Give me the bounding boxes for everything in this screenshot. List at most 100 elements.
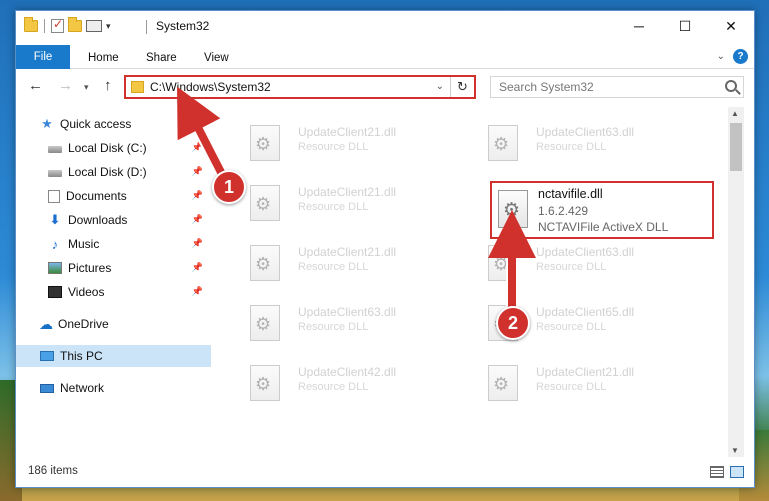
title-separator [146, 20, 147, 34]
window-title: System32 [156, 19, 210, 33]
sidebar-item-label: Music [68, 237, 100, 251]
properties-check-icon[interactable] [51, 17, 64, 33]
sidebar-item-label: Pictures [68, 261, 112, 275]
file-description: Resource DLL [536, 261, 607, 273]
file-description: Resource DLL [298, 321, 369, 333]
address-bar[interactable]: C:\Windows\System32 ⌄ ↻ [124, 75, 476, 99]
maximize-button[interactable]: ☐ [662, 11, 708, 41]
tab-share[interactable]: Share [134, 47, 189, 69]
sidebar-item-videos[interactable]: Videos 📌 [16, 281, 211, 303]
folder-icon [24, 17, 38, 32]
sidebar-item-local-disk-c[interactable]: Local Disk (C:) 📌 [16, 137, 211, 159]
sidebar-item-label: Quick access [60, 117, 132, 131]
highlighted-file-tile[interactable]: nctavifile.dll 1.6.2.429 NCTAVIFile Acti… [490, 181, 714, 239]
computer-icon [40, 351, 54, 361]
quick-access-toolbar: ▾ [24, 17, 111, 33]
file-tile[interactable]: UpdateClient63.dll Resource DLL [240, 297, 470, 351]
pin-icon: 📌 [191, 286, 203, 296]
step-1-badge: 1 [212, 170, 246, 204]
vertical-scrollbar[interactable]: ▲ ▼ [728, 107, 744, 457]
file-description: Resource DLL [536, 321, 607, 333]
dll-file-icon [250, 365, 280, 401]
file-tile[interactable]: UpdateClient63.dll Resource DLL [478, 117, 708, 171]
large-icons-view-icon[interactable] [730, 466, 744, 478]
close-button[interactable]: ✕ [708, 11, 754, 41]
file-description: Resource DLL [298, 201, 369, 213]
file-tile[interactable]: UpdateClient21.dll Resource DLL [240, 237, 470, 291]
sidebar-item-downloads[interactable]: ⬇ Downloads 📌 [16, 209, 211, 231]
sidebar-item-local-disk-d[interactable]: Local Disk (D:) 📌 [16, 161, 211, 183]
file-name: nctavifile.dll [538, 187, 603, 201]
scroll-up-icon[interactable]: ▲ [731, 109, 739, 118]
title-bar: ▾ System32 ─ ☐ ✕ [16, 11, 754, 43]
navigation-bar: ← → ▾ ↑ C:\Windows\System32 ⌄ ↻ Search S… [16, 69, 754, 105]
sidebar-item-label: Documents [66, 189, 127, 203]
file-tile[interactable]: UpdateClient21.dll Resource DLL [240, 177, 470, 231]
pin-icon: 📌 [191, 190, 203, 200]
help-icon[interactable]: ? [733, 49, 748, 64]
details-view-icon[interactable] [710, 466, 724, 478]
file-name: UpdateClient21.dll [298, 245, 397, 259]
dll-file-icon [250, 305, 280, 341]
back-button[interactable]: ← [28, 77, 43, 94]
file-tile[interactable]: UpdateClient63.dll Resource DLL [478, 237, 708, 291]
address-dropdown-icon[interactable]: ⌄ [436, 81, 444, 92]
dll-file-icon [488, 125, 518, 161]
file-tile[interactable]: UpdateClient21.dll Resource DLL [240, 117, 470, 171]
item-count: 186 items [28, 465, 78, 477]
explorer-window: ▾ System32 ─ ☐ ✕ File Home Share View ⌄ … [15, 10, 755, 488]
file-name: UpdateClient21.dll [298, 125, 397, 139]
expand-ribbon-chevron-icon[interactable]: ⌄ [717, 51, 725, 62]
sidebar-item-network[interactable]: Network [16, 377, 211, 399]
dll-file-icon [488, 245, 518, 281]
pin-icon: 📌 [191, 238, 203, 248]
customize-toolbar-chevron-icon[interactable]: ▾ [106, 21, 111, 32]
file-name: UpdateClient21.dll [298, 185, 397, 199]
file-list: UpdateClient21.dll Resource DLL UpdateCl… [228, 107, 738, 457]
file-tile[interactable]: UpdateClient42.dll Resource DLL [240, 357, 470, 411]
tab-view[interactable]: View [192, 47, 241, 69]
dll-file-icon [498, 190, 528, 228]
cloud-icon: ☁ [39, 315, 53, 332]
dll-file-icon [250, 245, 280, 281]
new-folder-icon[interactable] [68, 17, 82, 32]
file-tile[interactable]: UpdateClient21.dll Resource DLL [478, 357, 708, 411]
hard-drive-icon [48, 170, 62, 177]
minimize-button[interactable]: ─ [616, 11, 662, 41]
forward-button[interactable]: → [58, 77, 73, 94]
sidebar-item-pictures[interactable]: Pictures 📌 [16, 257, 211, 279]
sidebar-item-onedrive[interactable]: ☁ OneDrive [16, 313, 211, 335]
properties-icon[interactable] [86, 20, 102, 32]
file-version: 1.6.2.429 [538, 204, 589, 218]
sidebar-item-this-pc[interactable]: This PC [16, 345, 211, 367]
search-placeholder: Search System32 [499, 80, 594, 94]
search-input[interactable]: Search System32 [490, 76, 744, 98]
sidebar-item-quick-access[interactable]: ★ Quick access [16, 113, 211, 135]
file-description: Resource DLL [298, 261, 369, 273]
up-button[interactable]: ↑ [104, 77, 112, 94]
refresh-button[interactable]: ↻ [450, 77, 474, 97]
recent-locations-button[interactable]: ▾ [84, 82, 89, 93]
file-description: Resource DLL [298, 381, 369, 393]
scroll-down-icon[interactable]: ▼ [731, 446, 739, 455]
music-note-icon: ♪ [51, 236, 59, 252]
navigation-pane: ★ Quick access Local Disk (C:) 📌 Local D… [16, 107, 211, 457]
documents-icon [48, 189, 60, 203]
ribbon-tabs: File Home Share View ⌄ ? [16, 43, 754, 69]
sidebar-item-music[interactable]: ♪ Music 📌 [16, 233, 211, 255]
search-icon[interactable] [725, 80, 737, 92]
pin-icon: 📌 [191, 214, 203, 224]
tab-home[interactable]: Home [76, 47, 131, 69]
file-name: UpdateClient63.dll [536, 245, 635, 259]
ribbon-controls: ⌄ ? [717, 49, 748, 64]
sidebar-item-label: Local Disk (D:) [68, 165, 147, 179]
scroll-thumb[interactable] [730, 123, 742, 171]
file-name: UpdateClient63.dll [298, 305, 397, 319]
videos-icon [48, 286, 62, 298]
address-path[interactable]: C:\Windows\System32 [150, 80, 271, 94]
pin-icon: 📌 [191, 142, 203, 152]
tab-file[interactable]: File [16, 45, 70, 69]
file-name: UpdateClient21.dll [536, 365, 635, 379]
sidebar-item-documents[interactable]: Documents 📌 [16, 185, 211, 207]
hard-drive-icon [48, 146, 62, 153]
